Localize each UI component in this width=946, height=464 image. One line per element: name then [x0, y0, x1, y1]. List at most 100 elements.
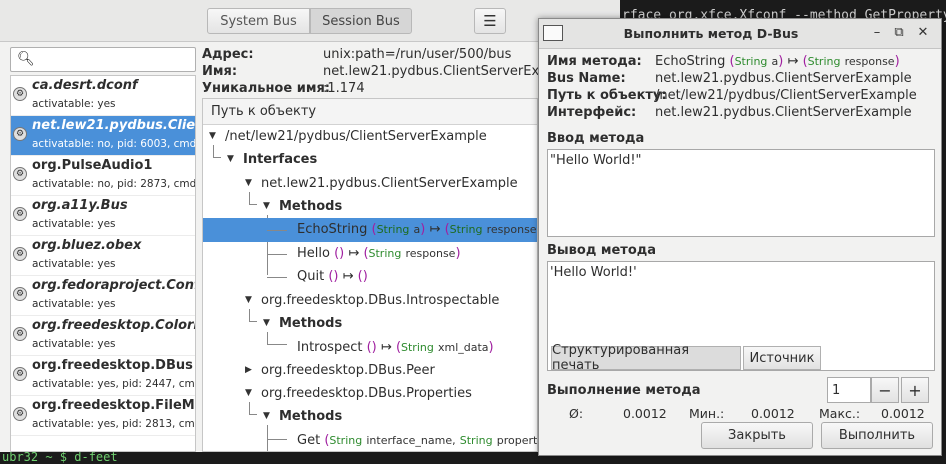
tree-row-methods[interactable]: ▼ Methods: [203, 195, 537, 219]
name-row: Имя: net.lew21.pydbus.ClientServerExampl…: [202, 64, 580, 79]
interface-name: net.lew21.pydbus.ClientServerExample: [261, 176, 518, 191]
return-arrow: ↦: [348, 246, 360, 261]
bus-detail: activatable: yes: [32, 298, 116, 310]
tree-row-methods[interactable]: ▼ Methods: [203, 405, 537, 429]
methods-label: Methods: [279, 316, 343, 331]
expander-icon[interactable]: ▼: [245, 178, 252, 188]
bus-name: org.fedoraproject.Config.I: [32, 278, 195, 293]
type-label: String: [734, 55, 768, 68]
interface-label: Интерфейс:: [547, 105, 637, 120]
expander-icon[interactable]: ▼: [227, 154, 234, 164]
tree-row-interface[interactable]: ▼ org.freedesktop.DBus.Properties: [203, 382, 537, 406]
method-signature: Quit () ↦ (): [297, 269, 368, 284]
avg-value: 0.0012: [623, 406, 667, 421]
list-item[interactable]: ⚙ org.bluez.obex activatable: yes: [11, 236, 195, 276]
bus-icon: ⚙: [13, 287, 27, 301]
list-item[interactable]: ⚙ org.PulseAudio1 activatable: no, pid: …: [11, 156, 195, 196]
max-value: 0.0012: [881, 406, 925, 421]
bus-icon: ⚙: [13, 247, 27, 261]
minimize-icon[interactable]: –: [869, 25, 885, 41]
tree-guide: [267, 344, 287, 345]
type-label: String: [449, 223, 483, 236]
maximize-icon[interactable]: ⧉: [891, 25, 907, 41]
method-name-label: Имя метода:: [547, 54, 642, 69]
bus-name: ca.desrt.dconf: [32, 78, 138, 93]
paren: (): [366, 340, 377, 355]
name-label: Имя:: [202, 64, 238, 79]
tree-row-interface[interactable]: ▶ org.freedesktop.DBus.Peer: [203, 359, 537, 383]
search-input[interactable]: 🔍︎: [10, 47, 196, 72]
method-execution-label: Выполнение метода: [547, 383, 701, 398]
method-name: Introspect: [297, 340, 363, 355]
bus-icon: ⚙: [13, 87, 27, 101]
execute-button[interactable]: Выполнить: [821, 422, 933, 449]
expander-icon[interactable]: ▼: [263, 318, 270, 328]
interface-name: org.freedesktop.DBus.Peer: [261, 363, 435, 378]
tree-guide: [267, 439, 287, 440]
tree-row-methods[interactable]: ▼ Methods: [203, 312, 537, 336]
bus-icon: ⚙: [13, 207, 27, 221]
dialog-title: Выполнить метод D-Bus: [623, 26, 799, 41]
tree-row-method-introspect[interactable]: Introspect () ↦ (String xml_data): [203, 336, 537, 360]
tab-session-bus[interactable]: Session Bus: [310, 8, 412, 34]
close-button[interactable]: Закрыть: [701, 422, 813, 449]
expander-icon[interactable]: ▼: [209, 131, 216, 141]
expander-icon[interactable]: ▼: [263, 411, 270, 421]
pretty-print-tab[interactable]: Структурированная печать: [551, 343, 741, 373]
list-item[interactable]: ⚙ org.a11y.Bus activatable: yes: [11, 196, 195, 236]
dialog-titlebar[interactable]: Выполнить метод D-Bus – ⧉ ✕: [539, 19, 941, 49]
list-item[interactable]: ⚙ org.fedoraproject.Config.I activatable…: [11, 276, 195, 316]
tree-row-method-quit[interactable]: Quit () ↦ (): [203, 265, 537, 289]
expander-icon[interactable]: ▶: [245, 365, 252, 375]
tree-row-interfaces[interactable]: ▼ Interfaces: [203, 148, 537, 172]
list-item[interactable]: ⚙ org.freedesktop.ColorHelp activatable:…: [11, 316, 195, 356]
bus-name: org.freedesktop.DBus: [32, 358, 193, 373]
bus-detail: activatable: no, pid: 6003, cmd: py: [32, 138, 196, 150]
interface-name: org.freedesktop.DBus.Properties: [261, 386, 472, 401]
address-value: unix:path=/run/user/500/bus: [323, 47, 512, 62]
expander-icon[interactable]: ▼: [245, 388, 252, 398]
paren: ): [455, 246, 461, 261]
decrement-button[interactable]: −: [871, 377, 899, 403]
execution-count-input[interactable]: 1: [827, 377, 871, 403]
tab-system-bus[interactable]: System Bus: [207, 8, 310, 34]
object-path-value: /net/lew21/pydbus/ClientServerExample: [655, 88, 917, 103]
expander-icon[interactable]: ▼: [263, 201, 270, 211]
bus-name-list[interactable]: ⚙ ca.desrt.dconf activatable: yes ⚙ net.…: [10, 75, 196, 452]
close-icon[interactable]: ✕: [915, 25, 931, 41]
type-label: String: [368, 247, 402, 260]
menu-button[interactable]: ☰: [474, 8, 506, 34]
method-input-field[interactable]: "Hello World!": [547, 149, 935, 237]
tree-row-method-hello[interactable]: Hello () ↦ (String response): [203, 242, 537, 266]
type-label: String: [401, 341, 434, 354]
tree-row-object-path[interactable]: ▼ /net/lew21/pydbus/ClientServerExample: [203, 125, 537, 149]
return-arrow: ↦: [342, 269, 354, 284]
methods-label: Methods: [279, 409, 343, 424]
increment-button[interactable]: +: [901, 377, 929, 403]
list-item[interactable]: ⚙ org.freedesktop.FileMana activatable: …: [11, 396, 195, 436]
unique-name-label: Уникальное имя:: [202, 81, 330, 96]
search-icon: 🔍︎: [17, 51, 35, 67]
bus-name: org.freedesktop.FileMana: [32, 398, 195, 413]
object-path-row: Путь к объекту: /net/lew21/pydbus/Client…: [547, 88, 917, 103]
object-tree[interactable]: Путь к объекту ▼ /net/lew21/pydbus/Clien…: [202, 98, 538, 452]
tree-row-interface[interactable]: ▼ org.freedesktop.DBus.Introspectable: [203, 289, 537, 313]
expander-icon[interactable]: ▼: [245, 295, 252, 305]
list-item[interactable]: ⚙ ca.desrt.dconf activatable: yes: [11, 76, 195, 116]
return-arrow: ↦: [380, 340, 392, 355]
list-item[interactable]: ⚙ org.freedesktop.DBus activatable: yes,…: [11, 356, 195, 396]
source-tab[interactable]: Источник: [743, 346, 821, 370]
method-signature: EchoString (String a) ↦ (String response…: [297, 222, 537, 237]
bus-name: org.freedesktop.ColorHelp: [32, 318, 195, 333]
bus-name: org.a11y.Bus: [32, 198, 128, 213]
tree-row-interface[interactable]: ▼ net.lew21.pydbus.ClientServerExample: [203, 172, 537, 196]
interface-row: Интерфейс: net.lew21.pydbus.ClientServer…: [547, 105, 912, 120]
tree-column-header[interactable]: Путь к объекту: [203, 99, 537, 125]
interface-value: net.lew21.pydbus.ClientServerExample: [655, 105, 912, 120]
tree-guide: [267, 254, 287, 255]
interface-name: org.freedesktop.DBus.Introspectable: [261, 293, 500, 308]
list-item[interactable]: ⚙ net.lew21.pydbus.ClientSer activatable…: [11, 116, 196, 156]
tree-row-method-echostring[interactable]: EchoString (String a) ↦ (String response…: [203, 218, 537, 242]
bus-name: net.lew21.pydbus.ClientSer: [32, 118, 196, 133]
tree-row-method-get[interactable]: Get (String interface_name, String prope…: [203, 429, 537, 451]
